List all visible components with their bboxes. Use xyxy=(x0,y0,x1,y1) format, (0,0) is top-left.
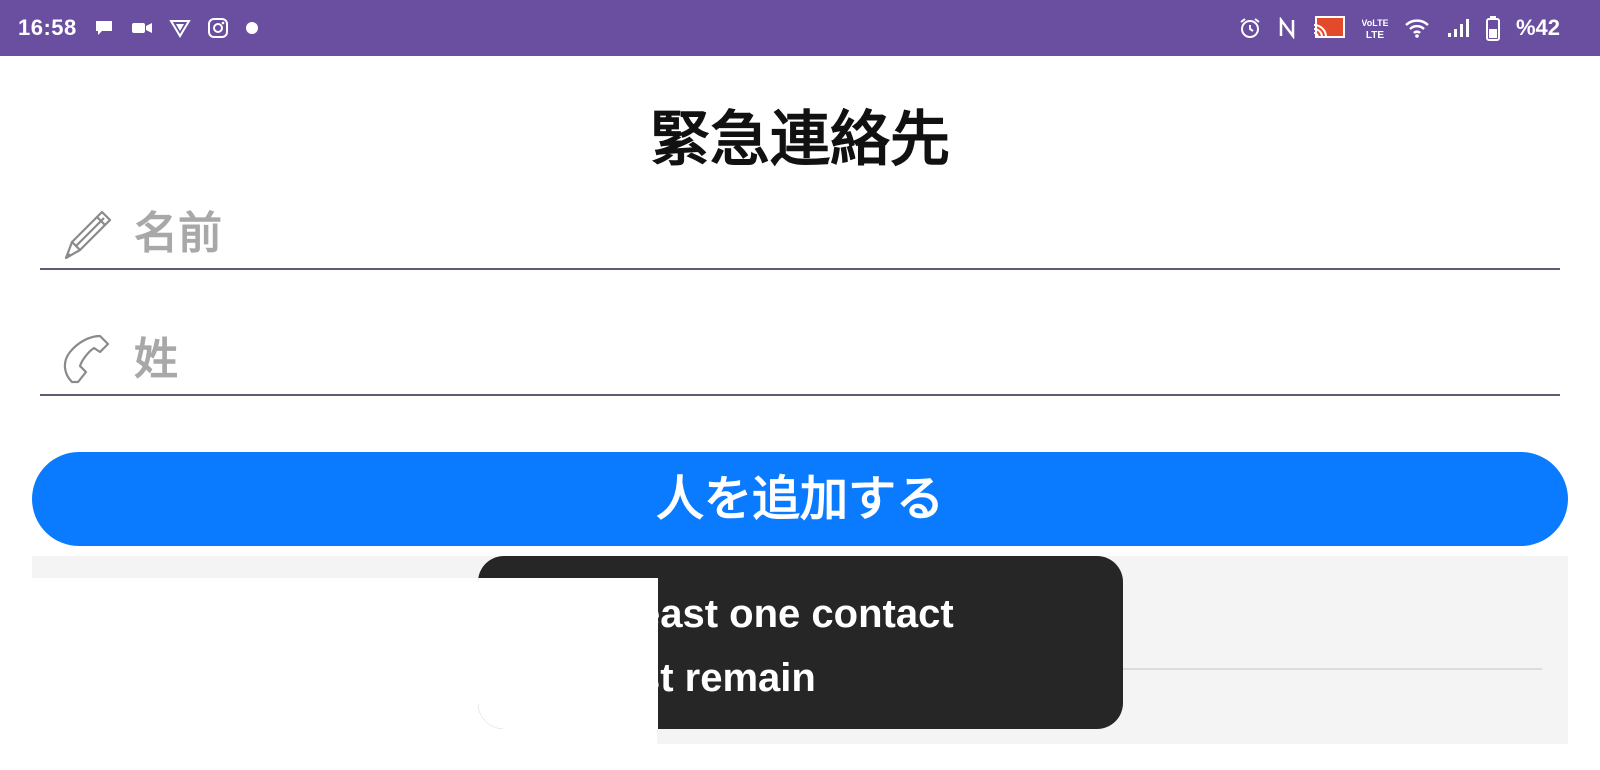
alarm-icon xyxy=(1238,15,1262,41)
first-name-input[interactable] xyxy=(134,200,1534,266)
battery-percentage: %42 xyxy=(1515,15,1560,40)
toast-line-2: st remain xyxy=(638,656,816,700)
toast-overlay-patch xyxy=(478,578,658,729)
nfc-icon xyxy=(1278,15,1296,41)
video-camera-icon xyxy=(131,15,153,41)
pencil-icon xyxy=(58,204,118,264)
toast-line-1: east one contact xyxy=(638,592,954,636)
vpn-shield-icon xyxy=(169,15,191,41)
page-title: 緊急連絡先 xyxy=(650,105,950,175)
last-name-input[interactable] xyxy=(134,326,1534,392)
cast-icon xyxy=(1312,15,1346,41)
phone-icon xyxy=(58,330,118,390)
svg-text:LTE: LTE xyxy=(1366,30,1384,41)
first-name-field[interactable] xyxy=(40,200,1560,270)
wifi-icon xyxy=(1404,15,1430,41)
volte-icon: VoLTE LTE xyxy=(1362,15,1388,41)
screen: 16:58 VoLTE LTE %42 緊急連絡先 名前 姓 人を追加する ea… xyxy=(0,0,1600,770)
signal-icon xyxy=(1446,15,1470,41)
status-bar-left: 16:58 xyxy=(18,15,259,41)
status-bar-right: VoLTE LTE %42 xyxy=(1238,15,1560,41)
toast-message: east one contact st remain xyxy=(478,556,1123,729)
add-person-button[interactable]: 人を追加する xyxy=(32,452,1568,546)
chat-bubble-icon xyxy=(93,15,115,41)
volte-label: VoLTE xyxy=(1362,18,1388,28)
clock: 16:58 xyxy=(18,15,77,40)
status-bar: 16:58 VoLTE LTE %42 xyxy=(0,0,1600,56)
instagram-icon xyxy=(207,15,229,41)
dot-icon xyxy=(245,15,259,41)
battery-icon xyxy=(1485,15,1500,41)
last-name-field[interactable] xyxy=(40,326,1560,396)
